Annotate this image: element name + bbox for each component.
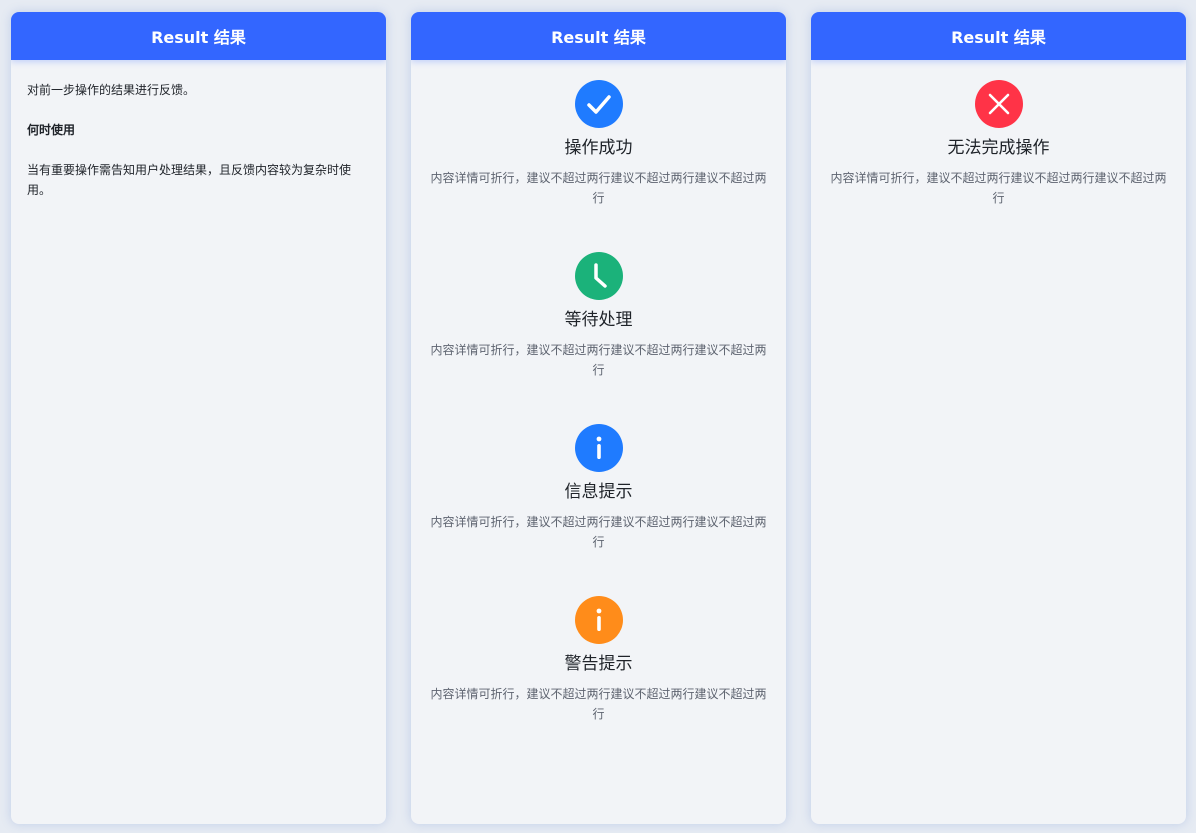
result-list: 无法完成操作 内容详情可折行，建议不超过两行建议不超过两行建议不超过两行 xyxy=(811,60,1186,252)
result-description: 内容详情可折行，建议不超过两行建议不超过两行建议不超过两行 xyxy=(430,171,767,205)
close-icon xyxy=(974,80,1023,128)
result-title: 警告提示 xyxy=(564,654,633,674)
info-icon xyxy=(574,424,623,472)
panel-header: Result 结果 xyxy=(411,12,786,60)
panel-header: Result 结果 xyxy=(11,12,386,60)
intro-panel: Result 结果 对前一步操作的结果进行反馈。 何时使用 当有重要操作需告知用… xyxy=(11,12,386,824)
when-to-use-text: 当有重要操作需告知用户处理结果，且反馈内容较为复杂时使用。 xyxy=(27,163,352,197)
check-icon xyxy=(574,80,623,128)
result-title: 信息提示 xyxy=(564,482,633,502)
result-success: 操作成功 内容详情可折行，建议不超过两行建议不超过两行建议不超过两行 xyxy=(411,80,786,252)
result-description: 内容详情可折行，建议不超过两行建议不超过两行建议不超过两行 xyxy=(830,171,1167,205)
result-title: 操作成功 xyxy=(564,138,633,158)
warning-icon xyxy=(574,596,623,644)
result-info: 信息提示 内容详情可折行，建议不超过两行建议不超过两行建议不超过两行 xyxy=(411,424,786,596)
when-to-use-heading: 何时使用 xyxy=(27,123,76,137)
result-description: 内容详情可折行，建议不超过两行建议不超过两行建议不超过两行 xyxy=(430,687,767,721)
result-pending: 等待处理 内容详情可折行，建议不超过两行建议不超过两行建议不超过两行 xyxy=(411,252,786,424)
intro-description: 对前一步操作的结果进行反馈。 xyxy=(27,83,196,97)
result-description: 内容详情可折行，建议不超过两行建议不超过两行建议不超过两行 xyxy=(430,515,767,549)
result-error: 无法完成操作 内容详情可折行，建议不超过两行建议不超过两行建议不超过两行 xyxy=(811,80,1186,252)
intro-content: 对前一步操作的结果进行反馈。 何时使用 当有重要操作需告知用户处理结果，且反馈内… xyxy=(11,60,386,200)
result-title: 无法完成操作 xyxy=(947,138,1050,158)
result-warning: 警告提示 内容详情可折行，建议不超过两行建议不超过两行建议不超过两行 xyxy=(411,596,786,768)
clock-icon xyxy=(574,252,623,300)
result-list: 操作成功 内容详情可折行，建议不超过两行建议不超过两行建议不超过两行 等待处理 … xyxy=(411,60,786,768)
panel-header: Result 结果 xyxy=(811,12,1186,60)
error-result-panel: Result 结果 无法完成操作 内容详情可折行，建议不超过两行建议不超过两行建… xyxy=(811,12,1186,824)
result-description: 内容详情可折行，建议不超过两行建议不超过两行建议不超过两行 xyxy=(430,343,767,377)
result-examples-panel: Result 结果 操作成功 内容详情可折行，建议不超过两行建议不超过两行建议不… xyxy=(411,12,786,824)
result-title: 等待处理 xyxy=(564,310,633,330)
